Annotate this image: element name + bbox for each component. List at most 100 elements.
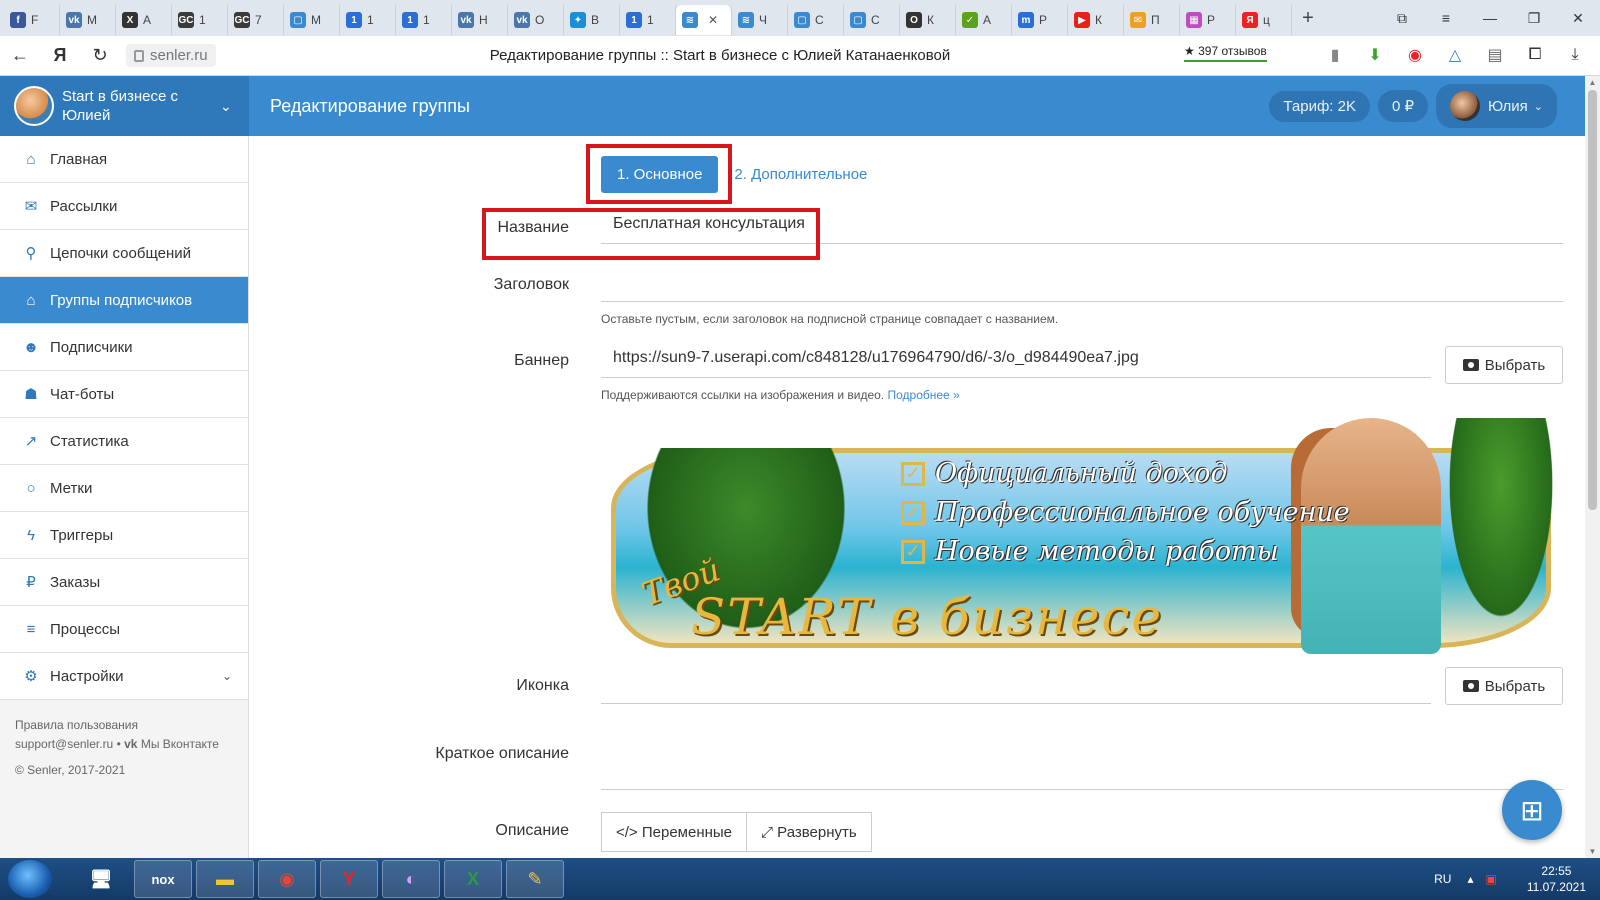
avatar: [14, 86, 54, 126]
network-icon[interactable]: ▣: [1485, 872, 1496, 886]
browser-tab[interactable]: fF: [4, 5, 60, 35]
scrollbar[interactable]: ▲ ▼: [1585, 76, 1600, 858]
browser-tab[interactable]: ✦ В: [564, 5, 620, 35]
browser-tab[interactable]: ▢ С: [788, 5, 844, 35]
sidebar-item[interactable]: ⚲ Цепочки сообщений: [0, 230, 248, 277]
sidebar-item[interactable]: ⚙ Настройки ⌄: [0, 653, 248, 700]
browser-tab[interactable]: ▦ Р: [1180, 5, 1236, 35]
browser-tab[interactable]: XА: [116, 5, 172, 35]
browser-tab[interactable]: ✓ А: [956, 5, 1012, 35]
url-text: senler.ru: [150, 47, 208, 64]
sidebar-item[interactable]: ↗ Статистика: [0, 418, 248, 465]
browser-tab[interactable]: vk О: [508, 5, 564, 35]
brand-switcher[interactable]: Start в бизнесе с Юлией ⌄: [0, 76, 249, 136]
language-indicator[interactable]: RU: [1434, 872, 1451, 886]
browser-tab[interactable]: mР: [1012, 5, 1068, 35]
minimize-button[interactable]: —: [1468, 10, 1512, 26]
sidebar-item[interactable]: ○ Метки: [0, 465, 248, 512]
browser-tab[interactable]: ▢ С: [844, 5, 900, 35]
browser-tab[interactable]: vk Н: [452, 5, 508, 35]
browser-tab[interactable]: vk М: [60, 5, 116, 35]
browser-tab[interactable]: GC 1: [172, 5, 228, 35]
highlight-frame-name: [482, 208, 820, 260]
browser-tab-label: П: [1151, 13, 1160, 27]
browser-tab[interactable]: ≋ Ч: [732, 5, 788, 35]
clock[interactable]: 22:55 11.07.2021: [1527, 863, 1586, 895]
expand-button[interactable]: ⤢ Развернуть: [747, 812, 872, 852]
close-tab-icon[interactable]: ✕: [708, 13, 718, 27]
bookmark-icon[interactable]: ▮: [1324, 44, 1346, 66]
browser-tab[interactable]: ≋ ✕: [676, 5, 732, 35]
support-link[interactable]: support@senler.ru: [15, 737, 113, 751]
browser-tab[interactable]: GC 7: [228, 5, 284, 35]
sidebar-item[interactable]: ₽ Заказы: [0, 559, 248, 606]
scrollbar-thumb[interactable]: [1588, 90, 1597, 510]
browser-tab[interactable]: ✉ П: [1124, 5, 1180, 35]
restore-button[interactable]: ❐: [1512, 10, 1556, 27]
browser-tab[interactable]: OК: [900, 5, 956, 35]
chain-icon: ⚲: [25, 245, 37, 262]
tariff-badge[interactable]: Тариф: 2K: [1269, 90, 1370, 122]
reload-icon[interactable]: ↻: [80, 45, 120, 66]
triangle-icon[interactable]: △: [1444, 44, 1466, 66]
system-tray: RU ▴ ▣ 22:55 11.07.2021: [1434, 858, 1586, 900]
sidebar-item[interactable]: ☗ Чат-боты: [0, 371, 248, 418]
sidebar-item[interactable]: ⌂ Главная: [0, 136, 248, 183]
scroll-down-icon[interactable]: ▼: [1585, 847, 1600, 856]
start-button[interactable]: [8, 860, 52, 898]
folder-icon[interactable]: ▬: [196, 860, 254, 898]
nox-icon[interactable]: nox: [134, 860, 192, 898]
close-window-button[interactable]: ✕: [1556, 10, 1600, 27]
browser-tab[interactable]: 11: [396, 5, 452, 35]
user-menu[interactable]: Юлия ⌄: [1436, 84, 1557, 128]
browser-tab[interactable]: Яц: [1236, 5, 1292, 35]
chat-fab-button[interactable]: ⊞: [1502, 780, 1562, 840]
heading-input[interactable]: [601, 262, 1563, 302]
m-icon: m: [1018, 12, 1034, 28]
downloads-icon[interactable]: ⤓: [1564, 44, 1586, 66]
gallery-icon[interactable]: ▤: [1484, 44, 1506, 66]
tab-extra[interactable]: 2. Дополнительное: [734, 166, 867, 183]
terms-link[interactable]: Правила пользования: [15, 716, 233, 735]
balance-badge[interactable]: 0 ₽: [1377, 90, 1429, 122]
variables-button[interactable]: </> Переменные: [601, 812, 748, 852]
sidebar-item[interactable]: ✉ Рассылки: [0, 183, 248, 230]
browser-tab[interactable]: ▢ М: [284, 5, 340, 35]
banner-input[interactable]: https://sun9-7.userapi.com/c848128/u1769…: [601, 338, 1431, 378]
browser-tab[interactable]: ▶ К: [1068, 5, 1124, 35]
color-app-icon[interactable]: ◐: [382, 860, 440, 898]
heading-help: Оставьте пустым, если заголовок на подпи…: [601, 312, 1059, 326]
puzzle-icon[interactable]: ⧠: [1524, 44, 1546, 66]
browser-tab-label: А: [143, 13, 152, 27]
facebook-icon: f: [10, 12, 26, 28]
computer-icon[interactable]: 🖥: [72, 860, 130, 898]
tray-expand-icon[interactable]: ▴: [1467, 872, 1473, 886]
scroll-up-icon[interactable]: ▲: [1585, 78, 1600, 87]
more-link[interactable]: Подробнее »: [887, 388, 959, 402]
sidebar-item[interactable]: ϟ Триггеры: [0, 512, 248, 559]
back-icon[interactable]: ←: [0, 45, 40, 66]
browser-tab[interactable]: 11: [340, 5, 396, 35]
bookmarks-icon[interactable]: ⧉: [1380, 10, 1424, 27]
new-tab-button[interactable]: +: [1292, 3, 1324, 33]
url-field[interactable]: senler.ru: [126, 44, 216, 67]
chrome-icon[interactable]: ◉: [258, 860, 316, 898]
red-circle-icon[interactable]: ◉: [1404, 44, 1426, 66]
yandex-browser-icon[interactable]: Y: [320, 860, 378, 898]
excel-icon[interactable]: X: [444, 860, 502, 898]
short-desc-input[interactable]: [601, 750, 1563, 790]
sidebar-item[interactable]: ⌂ Группы подписчиков: [0, 277, 248, 324]
vk-link[interactable]: Мы Вконтакте: [141, 737, 219, 751]
taskbar: 🖥 nox ▬ ◉ Y ◐ X ✎ RU ▴ ▣ 22:55 11.07.202…: [0, 858, 1600, 900]
browser-tab[interactable]: 11: [620, 5, 676, 35]
icon-input[interactable]: [601, 664, 1431, 704]
paint-icon[interactable]: ✎: [506, 860, 564, 898]
download-arrow-icon[interactable]: ⬇: [1364, 44, 1386, 66]
banner-choose-button[interactable]: Выбрать: [1445, 346, 1563, 384]
icon-choose-button[interactable]: Выбрать: [1445, 667, 1563, 705]
reviews-badge[interactable]: ★ 397 отзывов: [1184, 44, 1267, 62]
menu-icon[interactable]: ≡: [1424, 10, 1468, 26]
yandex-icon[interactable]: Я: [40, 45, 80, 66]
sidebar-item[interactable]: ≡ Процессы: [0, 606, 248, 653]
sidebar-item[interactable]: ☻ Подписчики: [0, 324, 248, 371]
